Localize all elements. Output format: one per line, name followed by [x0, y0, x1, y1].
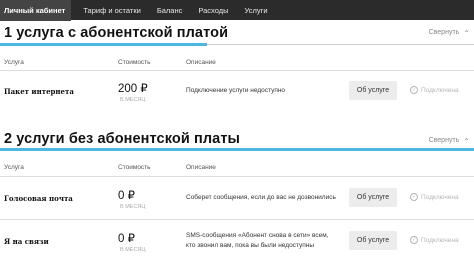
- about-service-button[interactable]: Об услуге: [349, 231, 397, 250]
- service-price-period: В МЕСЯЦ: [120, 97, 146, 103]
- section-underline: [0, 43, 207, 46]
- chevron-up-icon: ⌃: [463, 29, 470, 36]
- connected-toggle[interactable]: ✓ Подключена: [410, 193, 459, 201]
- col-header-service: Услуга: [4, 164, 24, 171]
- collapse-button[interactable]: Свернуть ⌃: [429, 136, 470, 145]
- connected-label: Подключена: [421, 236, 459, 244]
- connected-toggle[interactable]: ✓ Подключена: [410, 236, 459, 244]
- check-circle-icon: ✓: [410, 86, 418, 94]
- tab-tariff[interactable]: Тариф и остатки: [83, 6, 141, 15]
- section-free-header: 2 услуги без абонентской платы Свернуть …: [0, 131, 474, 153]
- section-paid-header: 1 услуга с абонентской платой Свернуть ⌃: [0, 25, 474, 47]
- service-name: Я на связи: [4, 237, 49, 246]
- col-header-service: Услуга: [4, 59, 24, 66]
- service-description: Соберет сообщения, если до вас не дозвон…: [186, 194, 336, 201]
- connected-toggle[interactable]: ✓ Подключена: [410, 86, 459, 94]
- service-description: SMS-сообщения «Абонент снова в сети» все…: [186, 231, 329, 251]
- tab-expenses[interactable]: Расходы: [198, 6, 228, 15]
- divider: [0, 219, 474, 220]
- divider: [0, 176, 474, 177]
- section-title: 2 услуги без абонентской платы: [4, 131, 240, 147]
- section-title: 1 услуга с абонентской платой: [4, 25, 229, 41]
- collapse-button[interactable]: Свернуть ⌃: [429, 28, 470, 37]
- divider: [0, 70, 474, 71]
- divider: [207, 44, 474, 45]
- tab-balance[interactable]: Баланс: [157, 6, 183, 15]
- service-description: Подключение услуги недоступно: [186, 87, 286, 94]
- check-circle-icon: ✓: [410, 236, 418, 244]
- check-circle-icon: ✓: [410, 193, 418, 201]
- collapse-label: Свернуть: [428, 137, 460, 144]
- service-name: Голосовая почта: [4, 194, 73, 203]
- col-header-cost: Стоимость: [118, 59, 151, 66]
- chevron-up-icon: ⌃: [463, 137, 470, 144]
- col-header-description: Описание: [186, 59, 216, 66]
- service-price: 200 ₽: [118, 83, 148, 95]
- tab-services[interactable]: Услуги: [244, 6, 267, 15]
- tab-personal-account[interactable]: Личный кабинет: [0, 0, 72, 21]
- service-price-period: В МЕСЯЦ: [120, 204, 146, 210]
- col-header-cost: Стоимость: [118, 164, 151, 171]
- about-service-button[interactable]: Об услуге: [349, 81, 397, 100]
- service-description-line: кто звонил вам, пока вы были недоступны: [186, 242, 315, 249]
- service-name: Пакет интернета: [4, 87, 74, 96]
- top-nav: Личный кабинет Тариф и остатки Баланс Ра…: [0, 0, 474, 21]
- service-price: 0 ₽: [118, 190, 135, 202]
- connected-label: Подключена: [421, 193, 459, 201]
- service-price: 0 ₽: [118, 233, 135, 245]
- service-price-period: В МЕСЯЦ: [120, 247, 146, 253]
- col-header-description: Описание: [186, 164, 216, 171]
- section-underline: [0, 148, 474, 151]
- connected-label: Подключена: [421, 86, 459, 94]
- service-description-line: SMS-сообщения «Абонент снова в сети» все…: [186, 232, 329, 239]
- collapse-label: Свернуть: [428, 29, 460, 36]
- about-service-button[interactable]: Об услуге: [349, 188, 397, 207]
